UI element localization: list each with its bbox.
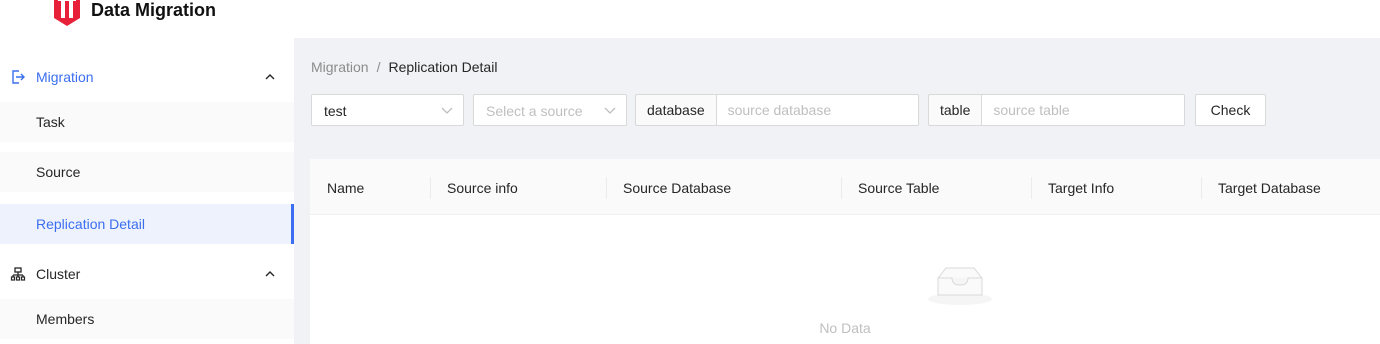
main-content: Migration / Replication Detail test Select…	[294, 38, 1380, 344]
replication-table: Name Source info Source Database Source …	[310, 159, 1380, 344]
column-divider	[606, 177, 607, 199]
app-title: Data Migration	[91, 0, 217, 20]
column-header-label: Source Database	[623, 180, 732, 196]
sidebar-group-label: Migration	[36, 69, 94, 85]
breadcrumb-current: Replication Detail	[388, 59, 498, 75]
column-header-label: Target Info	[1048, 180, 1115, 196]
cluster-tree-icon	[10, 267, 26, 281]
column-header-source-database[interactable]: Source Database	[606, 159, 841, 215]
task-select[interactable]: test	[311, 94, 464, 126]
column-header-label: Source Table	[858, 180, 940, 196]
sidebar-group-label: Cluster	[36, 266, 81, 282]
sidebar-item-label: Task	[36, 114, 65, 130]
app-root: Data Migration Migration Task Source Rep…	[0, 0, 1380, 344]
data-migration-logo-icon	[54, 0, 80, 26]
column-divider	[430, 177, 431, 199]
column-header-source-table[interactable]: Source Table	[841, 159, 1031, 215]
sidebar-group-migration[interactable]: Migration	[0, 52, 294, 102]
database-input-group: database	[635, 94, 919, 126]
check-button[interactable]: Check	[1195, 94, 1266, 126]
empty-text: No Data	[819, 320, 871, 336]
sidebar-item-label: Replication Detail	[36, 216, 145, 232]
sidebar-item-label: Source	[36, 164, 81, 180]
app-header: Data Migration	[0, 0, 1380, 38]
column-divider	[841, 177, 842, 199]
empty-inbox-icon	[928, 267, 992, 305]
chevron-down-icon	[604, 107, 616, 114]
database-addon-label: database	[635, 94, 716, 126]
source-table-input[interactable]	[981, 94, 1186, 126]
source-database-input[interactable]	[715, 94, 919, 126]
sidebar-group-cluster[interactable]: Cluster	[0, 249, 294, 299]
column-header-target-database[interactable]: Target Database	[1201, 159, 1380, 215]
chevron-up-icon	[265, 271, 275, 277]
table-header: Name Source info Source Database Source …	[310, 159, 1380, 215]
breadcrumb-parent-link[interactable]: Migration	[311, 59, 369, 75]
column-header-target-info[interactable]: Target Info	[1031, 159, 1201, 215]
chevron-down-icon	[441, 107, 453, 114]
sidebar-item-label: Members	[36, 311, 95, 327]
sidebar-item-source[interactable]: Source	[0, 152, 294, 192]
column-header-label: Name	[327, 180, 365, 196]
sidebar-item-task[interactable]: Task	[0, 102, 294, 142]
column-header-name[interactable]: Name	[310, 159, 430, 215]
chevron-up-icon	[265, 74, 275, 80]
table-input-group: table	[928, 94, 1186, 126]
sidebar: Migration Task Source Replication Detail	[0, 38, 294, 344]
breadcrumb-separator: /	[376, 59, 381, 75]
breadcrumb: Migration / Replication Detail	[311, 58, 497, 76]
column-header-label: Target Database	[1218, 180, 1321, 196]
column-divider	[1031, 177, 1032, 199]
source-select-placeholder: Select a source	[486, 103, 583, 119]
table-empty-state: No Data	[310, 216, 1380, 344]
login-arrow-icon	[12, 70, 25, 84]
source-select[interactable]: Select a source	[473, 94, 627, 126]
column-divider	[1201, 177, 1202, 199]
sidebar-item-replication-detail[interactable]: Replication Detail	[0, 204, 294, 244]
column-header-label: Source info	[447, 180, 518, 196]
column-header-source-info[interactable]: Source info	[430, 159, 606, 215]
task-select-value: test	[324, 103, 347, 119]
table-addon-label: table	[928, 94, 982, 126]
